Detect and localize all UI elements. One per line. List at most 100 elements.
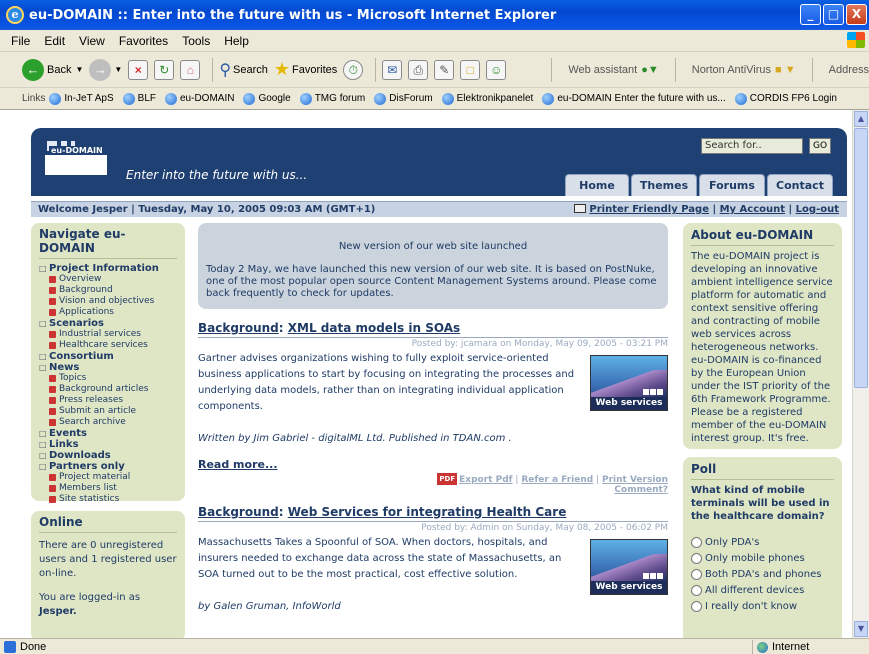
close-button[interactable]: X bbox=[846, 4, 867, 25]
my-account-link[interactable]: My Account bbox=[720, 204, 785, 215]
nav-item[interactable]: Vision and objectives bbox=[39, 296, 177, 307]
nav-item[interactable]: Overview bbox=[39, 274, 177, 285]
nav-item[interactable]: Applications bbox=[39, 307, 177, 318]
nav-item[interactable]: Members list bbox=[39, 483, 177, 494]
radio-button[interactable] bbox=[691, 553, 702, 564]
radio-button[interactable] bbox=[691, 569, 702, 580]
article-byline: by Galen Gruman, InfoWorld bbox=[198, 601, 341, 612]
search-go-button[interactable]: GO bbox=[809, 138, 831, 154]
nav-item[interactable]: Site statistics bbox=[39, 494, 177, 505]
article-title: Background: XML data models in SOAs bbox=[198, 321, 668, 338]
search-button[interactable]: ⚲ Search bbox=[219, 60, 268, 80]
tab-forums[interactable]: Forums bbox=[699, 174, 765, 196]
scroll-thumb[interactable] bbox=[854, 128, 868, 388]
refresh-icon[interactable]: ↻ bbox=[154, 59, 175, 80]
nav-item[interactable]: Submit an article bbox=[39, 406, 177, 417]
stop-icon[interactable]: × bbox=[128, 59, 149, 80]
comment-link[interactable]: Comment? bbox=[614, 485, 668, 495]
printer-friendly-link[interactable]: Printer Friendly Page bbox=[589, 204, 709, 215]
nav-section[interactable]: News bbox=[39, 362, 177, 373]
nav-item[interactable]: Industrial services bbox=[39, 329, 177, 340]
globe-icon: ●▼ bbox=[641, 64, 659, 76]
tab-home[interactable]: Home bbox=[565, 174, 629, 196]
link-item[interactable]: eu-DOMAIN bbox=[165, 92, 234, 105]
nav-item[interactable]: Background articles bbox=[39, 384, 177, 395]
home-icon[interactable]: ⌂ bbox=[180, 59, 201, 80]
nav-section[interactable]: Downloads bbox=[39, 450, 177, 461]
favorites-button[interactable]: ★ Favorites bbox=[274, 59, 337, 80]
poll-option[interactable]: All different devices bbox=[691, 585, 834, 596]
link-item[interactable]: In-JeT ApS bbox=[49, 92, 114, 105]
poll-option[interactable]: Only PDA's bbox=[691, 537, 834, 548]
read-more-link[interactable]: Read more... bbox=[198, 458, 668, 471]
minimize-button[interactable]: _ bbox=[800, 4, 821, 25]
link-item[interactable]: Google bbox=[243, 92, 291, 105]
scroll-down-icon[interactable]: ▼ bbox=[854, 621, 868, 637]
radio-button[interactable] bbox=[691, 585, 702, 596]
mail-icon[interactable]: ✉ bbox=[382, 59, 403, 80]
vertical-scrollbar[interactable]: ▲ ▼ bbox=[852, 110, 869, 638]
globe-icon bbox=[757, 641, 768, 653]
site-logo[interactable]: eu-DOMAIN bbox=[45, 141, 107, 175]
nav-item[interactable]: Topics bbox=[39, 373, 177, 384]
tab-themes[interactable]: Themes bbox=[631, 174, 697, 196]
maximize-button[interactable]: □ bbox=[823, 4, 844, 25]
article-title-link[interactable]: Web Services for integrating Health Care bbox=[288, 505, 567, 519]
poll-option[interactable]: Only mobile phones bbox=[691, 553, 834, 564]
menu-favorites[interactable]: Favorites bbox=[119, 34, 168, 48]
window-titlebar[interactable]: e eu-DOMAIN :: Enter into the future wit… bbox=[0, 0, 869, 30]
link-item[interactable]: CORDIS FP6 Login bbox=[734, 92, 837, 105]
link-item[interactable]: Elektronikpanelet bbox=[441, 92, 533, 105]
nav-section[interactable]: Scenarios bbox=[39, 318, 177, 329]
back-button[interactable]: ← Back ▼ bbox=[22, 58, 83, 81]
radio-button[interactable] bbox=[691, 537, 702, 548]
norton-button[interactable]: Norton AntiVirus bbox=[692, 64, 771, 76]
forward-button[interactable]: → ▼ bbox=[89, 58, 122, 81]
link-item[interactable]: eu-DOMAIN Enter the future with us... bbox=[542, 92, 726, 105]
poll-option[interactable]: Both PDA's and phones bbox=[691, 569, 834, 580]
article-title-link[interactable]: XML data models in SOAs bbox=[288, 321, 460, 335]
web-assistant-button[interactable]: Web assistant bbox=[568, 64, 637, 76]
tab-contact[interactable]: Contact bbox=[767, 174, 833, 196]
ie-page-icon bbox=[441, 92, 454, 105]
nav-section[interactable]: Consortium bbox=[39, 351, 177, 362]
menu-help[interactable]: Help bbox=[224, 34, 249, 48]
folder-icon[interactable]: □ bbox=[460, 59, 481, 80]
radio-button[interactable] bbox=[691, 601, 702, 612]
menu-edit[interactable]: Edit bbox=[44, 34, 65, 48]
online-title: Online bbox=[39, 515, 177, 533]
scroll-up-icon[interactable]: ▲ bbox=[854, 111, 868, 127]
nav-item[interactable]: Search archive bbox=[39, 417, 177, 428]
site-tabs: Home Themes Forums Contact bbox=[565, 174, 833, 196]
nav-item[interactable]: Press releases bbox=[39, 395, 177, 406]
site-search-input[interactable]: Search for.. bbox=[701, 138, 803, 154]
address-label: Address bbox=[828, 64, 869, 76]
link-item[interactable]: TMG forum bbox=[299, 92, 365, 105]
print-icon[interactable]: ⎙ bbox=[408, 59, 429, 80]
nav-item[interactable]: Project material bbox=[39, 472, 177, 483]
print-version-link[interactable]: Print Version bbox=[602, 475, 668, 485]
nav-item[interactable]: Healthcare services bbox=[39, 340, 177, 351]
messenger-icon[interactable]: ☺ bbox=[486, 59, 507, 80]
logout-link[interactable]: Log-out bbox=[796, 204, 839, 215]
refer-friend-link[interactable]: Refer a Friend bbox=[521, 475, 593, 485]
link-item[interactable]: DisForum bbox=[374, 92, 433, 105]
nav-section[interactable]: Events bbox=[39, 428, 177, 439]
export-pdf-link[interactable]: Export Pdf bbox=[459, 475, 512, 485]
menu-file[interactable]: File bbox=[11, 34, 30, 48]
article-posted: Posted by: jcamara on Monday, May 09, 20… bbox=[411, 339, 668, 349]
nav-section[interactable]: Links bbox=[39, 439, 177, 450]
nav-item[interactable]: Background bbox=[39, 285, 177, 296]
history-icon[interactable]: ⏱ bbox=[343, 59, 364, 80]
article-category-link[interactable]: Background bbox=[198, 321, 279, 335]
edit-icon[interactable]: ✎ bbox=[434, 59, 455, 80]
article-category-link[interactable]: Background bbox=[198, 505, 279, 519]
navigation-box: Navigate eu-DOMAIN Project Information O… bbox=[31, 223, 185, 504]
nav-section[interactable]: Project Information bbox=[39, 263, 177, 274]
menu-tools[interactable]: Tools bbox=[182, 34, 210, 48]
link-item[interactable]: BLF bbox=[122, 92, 156, 105]
back-arrow-icon: ← bbox=[22, 58, 44, 81]
nav-section[interactable]: Partners only bbox=[39, 461, 177, 472]
poll-option[interactable]: I really don't know bbox=[691, 601, 834, 612]
menu-view[interactable]: View bbox=[79, 34, 105, 48]
